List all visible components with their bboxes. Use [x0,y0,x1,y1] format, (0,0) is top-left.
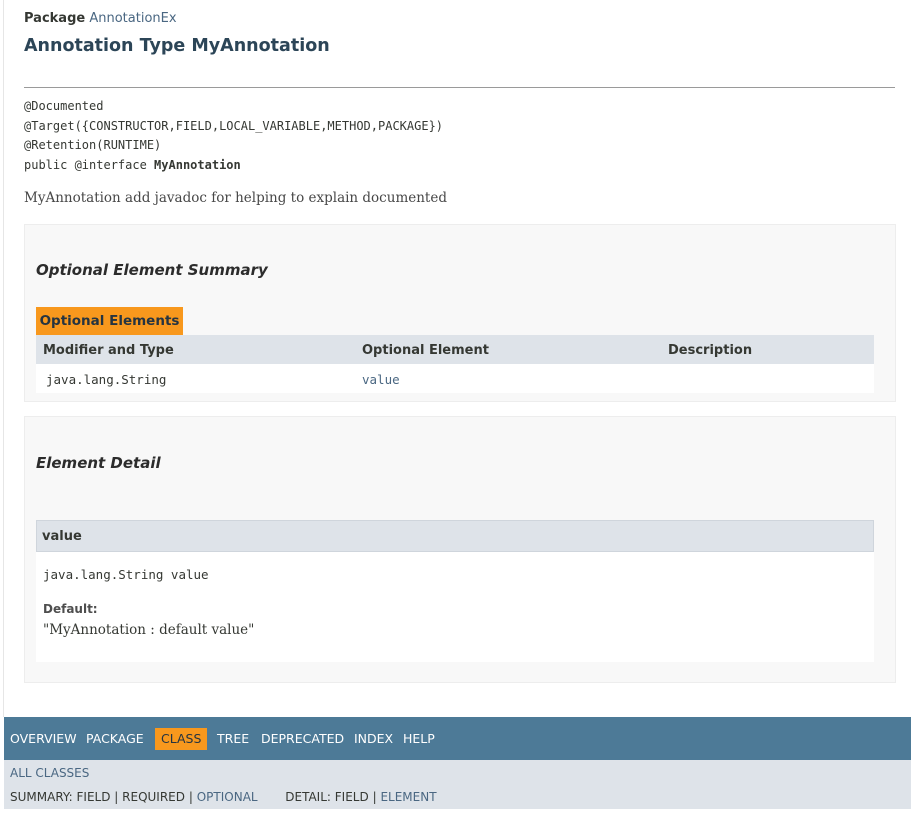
table-header: Modifier and Type Optional Element Descr… [36,335,874,364]
sub-navbar: All Classes SUMMARY: FIELD | REQUIRED | … [4,760,911,809]
left-border [3,0,4,717]
separator: | [114,790,119,804]
separator: | [188,790,193,804]
declaration-line: public @interface MyAnnotation [24,156,443,176]
default-value: "MyAnnotation : default value" [43,622,255,638]
default-label: Default: [43,602,98,616]
declaration-prefix: public @interface [24,157,155,172]
cell-type: java.lang.String [46,372,167,387]
nav-deprecated[interactable]: Deprecated [261,728,344,750]
element-link-value[interactable]: value [362,372,400,387]
col-optional-element: Optional Element [362,343,489,358]
nav-package[interactable]: Package [86,728,144,750]
signature-line: @Retention(RUNTIME) [24,138,162,152]
summary-table: Modifier and Type Optional Element Descr… [36,335,874,393]
summary-detail-links: SUMMARY: FIELD | REQUIRED | OPTIONAL DET… [10,790,437,804]
bottom-navbar: Overview Package Class Tree Deprecated I… [4,717,911,760]
divider [24,87,895,88]
class-description: MyAnnotation add javadoc for helping to … [24,190,447,206]
detail-field: FIELD [334,790,369,804]
declaration-name: MyAnnotation [154,157,241,172]
nav-tree[interactable]: Tree [217,728,249,750]
summary-field: FIELD [76,790,111,804]
summary-heading: Optional Element Summary [36,261,268,279]
page-title: Annotation Type MyAnnotation [24,36,330,56]
tab-optional-elements[interactable]: Optional Elements [36,307,183,335]
table-row: java.lang.String value [36,364,874,393]
package-label: Package [24,11,86,26]
separator: | [372,790,377,804]
summary-panel: Optional Element Summary Optional Elemen… [24,224,896,402]
package-link[interactable]: AnnotationEx [89,11,176,26]
detail-element-link[interactable]: ELEMENT [380,790,436,804]
nav-index[interactable]: Index [354,728,393,750]
detail-panel: Element Detail value java.lang.String va… [24,416,896,683]
nav-help[interactable]: Help [403,728,435,750]
col-modifier-type: Modifier and Type [43,343,174,358]
element-detail-body: java.lang.String value Default: "MyAnnot… [36,552,874,662]
summary-label: SUMMARY: [10,790,73,804]
detail-label: DETAIL: [285,790,331,804]
detail-heading: Element Detail [36,454,161,472]
element-signature: java.lang.String value [43,567,209,582]
all-classes-link[interactable]: All Classes [10,766,89,780]
package-line: Package AnnotationEx [24,11,177,26]
element-name: value [42,529,82,544]
nav-class[interactable]: Class [155,728,208,750]
summary-required: REQUIRED [122,790,186,804]
signature-line: @Target({CONSTRUCTOR,FIELD,LOCAL_VARIABL… [24,118,444,133]
summary-optional-link[interactable]: OPTIONAL [197,790,258,804]
nav-overview[interactable]: Overview [10,728,77,750]
annotation-signature: @Documented @Target({CONSTRUCTOR,FIELD,L… [24,97,443,175]
element-detail-header: value [36,520,874,552]
col-description: Description [668,343,753,358]
signature-line: @Documented [24,99,104,113]
